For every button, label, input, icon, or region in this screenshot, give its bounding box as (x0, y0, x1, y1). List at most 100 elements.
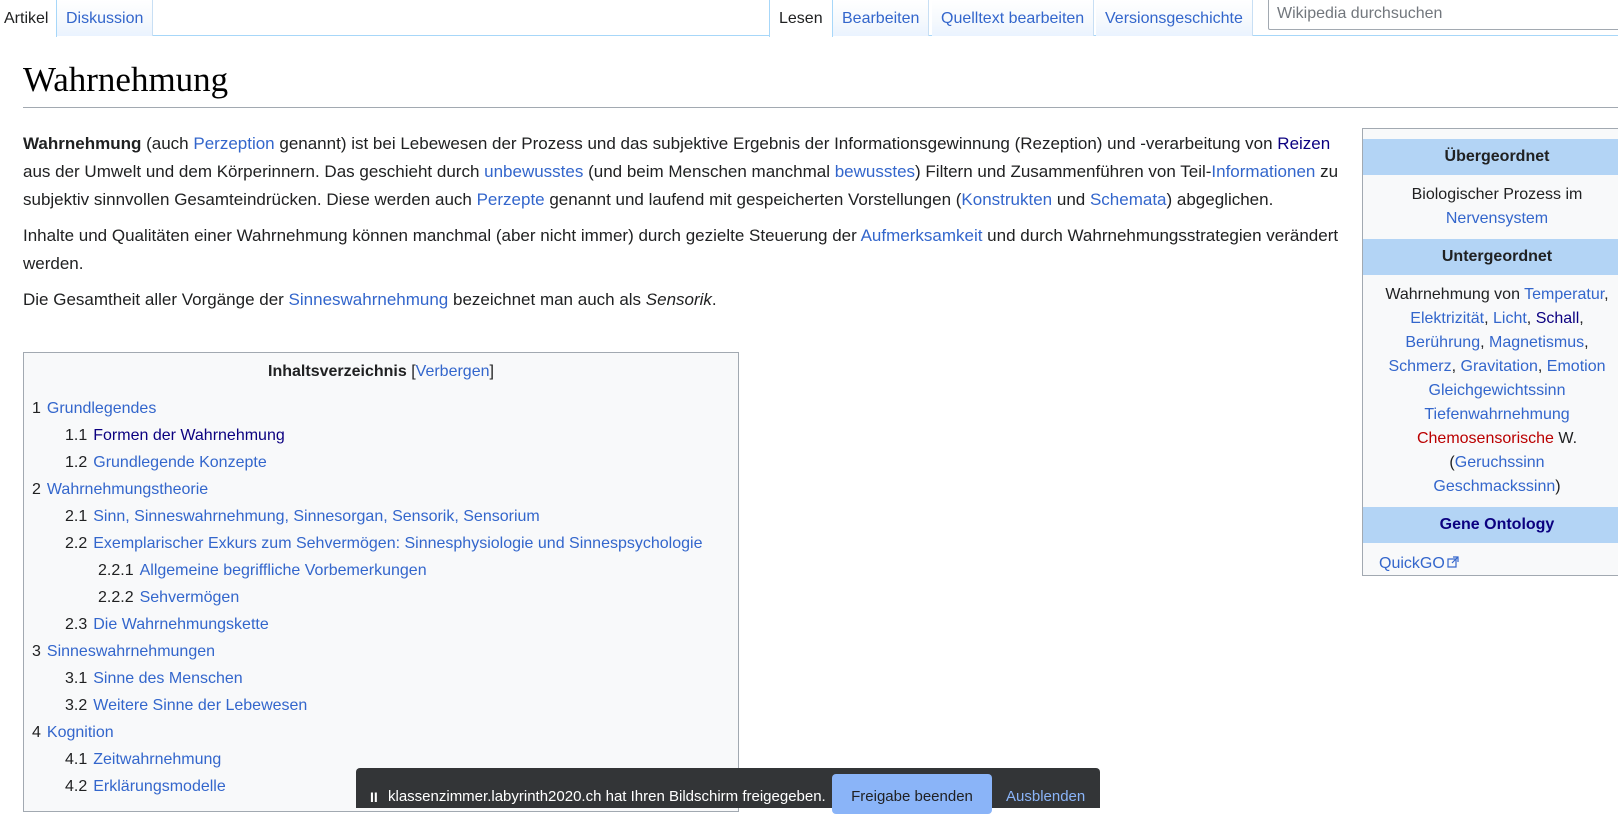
share-message: klassenzimmer.labyrinth2020.ch hat Ihren… (388, 788, 826, 805)
pause-icon: II (370, 789, 378, 805)
toc-number: 3.1 (65, 670, 88, 687)
search-input[interactable]: Wikipedia durchsuchen (1268, 0, 1618, 30)
tab-history[interactable]: Versionsgeschichte (1096, 0, 1253, 36)
link-gravitation[interactable]: Gravitation (1461, 358, 1538, 375)
toc-link[interactable]: Allgemeine begriffliche Vorbemerkungen (140, 562, 427, 579)
link-nervensystem[interactable]: Nervensystem (1446, 210, 1548, 227)
toc-link[interactable]: Formen der Wahrnehmung (93, 427, 285, 444)
toc-item[interactable]: 2.2.2 Sehvermögen (32, 584, 730, 611)
link-perzeption[interactable]: Perzeption (193, 134, 274, 153)
toc-item[interactable]: 2 Wahrnehmungstheorie (32, 476, 730, 503)
toc-number: 2.1 (65, 508, 88, 525)
toc-item[interactable]: 3.1 Sinne des Menschen (32, 665, 730, 692)
toc-item[interactable]: 1 Grundlegendes (32, 395, 730, 422)
toc-number: 4.2 (65, 778, 88, 795)
link-konstrukten[interactable]: Konstrukten (961, 190, 1052, 209)
text: Inhalte und Qualitäten einer Wahrnehmung… (23, 226, 861, 245)
stop-sharing-button[interactable]: Freigabe beenden (832, 774, 992, 814)
article-intro: Wahrnehmung (auch Perzeption genannt) is… (23, 130, 1343, 322)
toc-item[interactable]: 3.2 Weitere Sinne der Lebewesen (32, 692, 730, 719)
toc-link[interactable]: Grundlegende Konzepte (93, 454, 266, 471)
link-aufmerksamkeit[interactable]: Aufmerksamkeit (861, 226, 983, 245)
link-magnetismus[interactable]: Magnetismus (1489, 334, 1584, 351)
text: ) abgeglichen. (1166, 190, 1274, 209)
comma: , (1526, 310, 1532, 327)
toc-number: 4.1 (65, 751, 88, 768)
link-licht[interactable]: Licht (1493, 310, 1527, 327)
link-reizen[interactable]: Reizen (1277, 134, 1330, 153)
toc-title: Inhaltsverzeichnis [Verbergen] (32, 361, 730, 383)
toc-item[interactable]: 4 Kognition (32, 719, 730, 746)
toc-number: 3 (32, 643, 41, 660)
infobox-header-children: Untergeordnet (1363, 239, 1618, 275)
text: Die Gesamtheit aller Vorgänge der (23, 290, 289, 309)
toc-item[interactable]: 3 Sinneswahrnehmungen (32, 638, 730, 665)
link-schall[interactable]: Schall (1536, 310, 1580, 327)
text: Wahrnehmung von (1385, 286, 1525, 303)
toc-link[interactable]: Die Wahrnehmungskette (93, 616, 269, 633)
link-bewusstes[interactable]: bewusstes (835, 162, 915, 181)
toc-number: 1.1 (65, 427, 88, 444)
infobox-parent-body: Biologischer Prozess im Nervensystem (1373, 175, 1618, 239)
text: aus der Umwelt und dem Körperinnern. Das… (23, 162, 485, 181)
tab-edit[interactable]: Bearbeiten (833, 0, 930, 36)
intro-paragraph-2: Inhalte und Qualitäten einer Wahrnehmung… (23, 222, 1343, 278)
infobox-header-parent: Übergeordnet (1363, 139, 1618, 175)
tab-edit-source[interactable]: Quelltext bearbeiten (932, 0, 1095, 36)
toc-link[interactable]: Weitere Sinne der Lebewesen (93, 697, 307, 714)
text: genannt) ist bei Lebewesen der Prozess u… (274, 134, 1278, 153)
link-tiefenwahrnehmung[interactable]: Tiefenwahrnehmung (1424, 406, 1569, 423)
lead-term: Wahrnehmung (23, 134, 142, 153)
link-elektrizitaet[interactable]: Elektrizität (1410, 310, 1484, 327)
toc-item[interactable]: 2.2.1 Allgemeine begriffliche Vorbemerkun… (32, 557, 730, 584)
page-tabs: Artikel Diskussion Lesen Bearbeiten Quel… (0, 0, 1618, 37)
toc-link[interactable]: Zeitwahrnehmung (93, 751, 221, 768)
tab-article[interactable]: Artikel (0, 0, 58, 37)
link-quickgo[interactable]: QuickGO (1379, 555, 1445, 572)
link-informationen[interactable]: Informationen (1211, 162, 1315, 181)
toc-item[interactable]: 2.2 Exemplarischer Exkurs zum Sehvermögen… (32, 530, 730, 557)
toc-link[interactable]: Wahrnehmungstheorie (47, 481, 208, 498)
toc-link[interactable]: Sinn, Sinneswahrnehmung, Sinnesorgan, Se… (93, 508, 539, 525)
toc-item[interactable]: 1.1 Formen der Wahrnehmung (32, 422, 730, 449)
toc-item[interactable]: 2.3 Die Wahrnehmungskette (32, 611, 730, 638)
text: (auch (141, 134, 194, 153)
toc-link[interactable]: Sinne des Menschen (93, 670, 242, 687)
toc-list: 1 Grundlegendes 1.1 Formen der Wahrnehmung… (32, 395, 730, 800)
toc-link[interactable]: Kognition (47, 724, 114, 741)
toc-toggle-link[interactable]: Verbergen (416, 363, 490, 380)
toc-item[interactable]: 2.1 Sinn, Sinneswahrnehmung, Sinnesorgan,… (32, 503, 730, 530)
link-emotion[interactable]: Emotion (1547, 358, 1606, 375)
toc-number: 1.2 (65, 454, 88, 471)
toc-item[interactable]: 1.2 Grundlegende Konzepte (32, 449, 730, 476)
intro-paragraph-1: Wahrnehmung (auch Perzeption genannt) is… (23, 130, 1343, 214)
infobox-header-gene-ontology[interactable]: Gene Ontology (1363, 507, 1618, 543)
link-unbewusstes[interactable]: unbewusstes (484, 162, 583, 181)
link-schmerz[interactable]: Schmerz (1388, 358, 1451, 375)
infobox-children-body: Wahrnehmung von Temperatur, Elektrizität… (1373, 275, 1618, 507)
toc-link[interactable]: Sinneswahrnehmungen (47, 643, 215, 660)
external-link-icon (1447, 555, 1459, 573)
comma: , (1480, 334, 1485, 351)
link-geschmackssinn[interactable]: Geschmackssinn (1433, 478, 1555, 495)
link-sinneswahrnehmung[interactable]: Sinneswahrnehmung (289, 290, 449, 309)
text: W. (1553, 430, 1578, 447)
text: Biologischer Prozess im (1411, 186, 1583, 203)
toc-number: 4 (32, 724, 41, 741)
toc-link[interactable]: Grundlegendes (47, 400, 156, 417)
link-geruchssinn[interactable]: Geruchssinn (1455, 454, 1545, 471)
link-gleichgewichtssinn[interactable]: Gleichgewichtssinn (1429, 382, 1566, 399)
link-beruehrung[interactable]: Berührung (1405, 334, 1480, 351)
toc-link[interactable]: Sehvermögen (140, 589, 240, 606)
link-temperatur[interactable]: Temperatur (1524, 286, 1604, 303)
toc-link[interactable]: Exemplarischer Exkurs zum Sehvermögen: S… (93, 535, 702, 552)
tab-read[interactable]: Lesen (769, 0, 833, 37)
toc-link[interactable]: Erklärungsmodelle (93, 778, 226, 795)
tab-discussion[interactable]: Diskussion (57, 0, 154, 36)
hide-link[interactable]: Ausblenden (1006, 788, 1085, 805)
comma: , (1537, 358, 1543, 375)
link-schemata[interactable]: Schemata (1090, 190, 1167, 209)
link-perzepte[interactable]: Perzepte (477, 190, 545, 209)
comma: , (1579, 310, 1584, 327)
link-chemosensorische[interactable]: Chemosensorische (1417, 430, 1554, 447)
